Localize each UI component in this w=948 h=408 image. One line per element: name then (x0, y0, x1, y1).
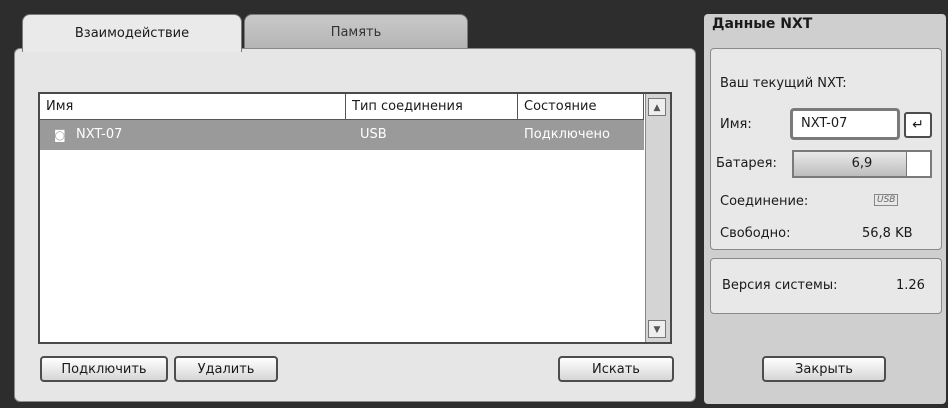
device-name: NXT-07 (76, 127, 123, 142)
name-field[interactable]: NXT-07 (790, 108, 900, 140)
nxt-device-icon: ◙ (54, 128, 66, 142)
battery-label: Батарея: (716, 156, 777, 171)
column-header-status[interactable]: Состояние (518, 94, 644, 120)
tab-interaction[interactable]: Взаимодействие (22, 14, 242, 52)
device-connection: USB (360, 127, 387, 142)
tab-memory[interactable]: Память (244, 14, 468, 50)
free-memory-value: 56,8 KB (862, 226, 913, 241)
search-button[interactable]: Искать (558, 356, 674, 382)
name-label: Имя: (720, 117, 752, 132)
close-button[interactable]: Закрыть (762, 356, 886, 382)
column-header-name[interactable]: Имя (40, 94, 346, 120)
battery-meter: 6,9 (792, 150, 932, 178)
connect-button[interactable]: Подключить (40, 356, 168, 382)
usb-icon: USB (874, 194, 899, 206)
firmware-version-label: Версия системы: (722, 278, 838, 293)
scroll-down-arrow-icon[interactable]: ▼ (648, 320, 666, 338)
free-memory-label: Свободно: (720, 226, 791, 241)
battery-value: 6,9 (851, 156, 873, 171)
panel-title: Данные NXT (712, 16, 813, 32)
device-status: Подключено (524, 127, 610, 142)
connection-label: Соединение: (720, 194, 809, 209)
column-header-connection[interactable]: Тип соединения (346, 94, 518, 120)
device-list[interactable]: Имя Тип соединения Состояние ◙ NXT-07 US… (38, 92, 672, 344)
tab-memory-label: Память (330, 25, 382, 40)
current-nxt-label: Ваш текущий NXT: (720, 76, 847, 91)
tab-interaction-label: Взаимодействие (74, 26, 190, 41)
scroll-up-arrow-icon[interactable]: ▲ (648, 98, 666, 116)
list-scrollbar[interactable]: ▲ ▼ (645, 94, 670, 342)
delete-button[interactable]: Удалить (174, 356, 278, 382)
return-arrow-icon[interactable]: ↵ (904, 112, 932, 138)
device-row[interactable]: ◙ NXT-07 USB Подключено (40, 120, 644, 150)
firmware-version-value: 1.26 (896, 278, 925, 293)
